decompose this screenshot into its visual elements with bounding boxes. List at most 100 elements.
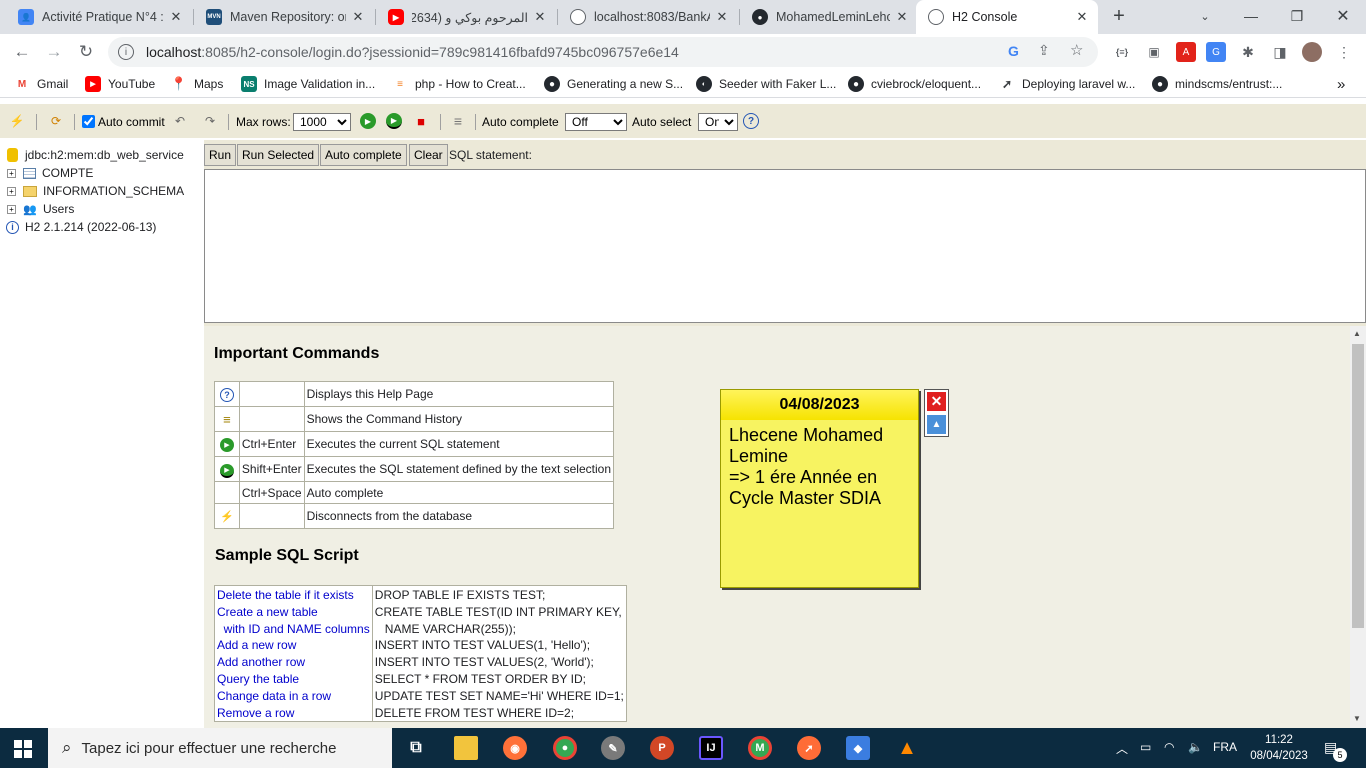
sample-link[interactable]: Change data in a row	[217, 688, 370, 705]
paint-icon[interactable]: ✎	[601, 736, 625, 760]
bookmark-seeder[interactable]: ◐ Seeder with Faker L...	[696, 75, 836, 93]
sample-link[interactable]: with ID and NAME columns	[217, 621, 370, 638]
sample-link[interactable]: Add a new row	[217, 637, 370, 654]
close-tab-icon[interactable]: ✕	[168, 9, 184, 25]
share-icon[interactable]: ⇪	[1038, 42, 1050, 59]
new-tab-button[interactable]: +	[1108, 6, 1130, 28]
close-tab-icon[interactable]: ✕	[894, 9, 910, 25]
vlc-icon[interactable]: ▲	[895, 736, 919, 760]
address-bar[interactable]: i localhost:8085/h2-console/login.do?jse…	[108, 37, 1098, 67]
sticky-note[interactable]: 04/08/2023 Lhecene Mohamed Lemine => 1 é…	[720, 389, 919, 588]
run-selected-button[interactable]: Run Selected	[237, 144, 320, 166]
network-icon[interactable]: ◠	[1164, 740, 1174, 754]
scroll-down-icon[interactable]: ▼	[1353, 714, 1361, 723]
auto-complete-select[interactable]: Off	[565, 113, 627, 131]
chrome-icon[interactable]: ●	[553, 736, 577, 760]
max-rows-select[interactable]: 1000	[293, 113, 351, 131]
postman-icon[interactable]: ➚	[797, 736, 821, 760]
note-minimize-icon[interactable]: ▲	[927, 415, 946, 434]
bookmark-php[interactable]: ≡ php - How to Creat...	[392, 75, 526, 93]
run-selected-icon[interactable]: ▶	[386, 113, 402, 129]
windows-start-icon[interactable]	[14, 740, 32, 758]
close-tab-icon[interactable]: ✕	[532, 9, 548, 25]
more-bookmarks-button[interactable]: »	[1337, 75, 1345, 93]
sample-link[interactable]: Query the table	[217, 671, 370, 688]
tree-item-information-schema[interactable]: + INFORMATION_SCHEMA	[0, 182, 184, 200]
run-selected-icon[interactable]: ▶	[219, 463, 234, 478]
bookmark-star-icon[interactable]: ☆	[1070, 41, 1083, 59]
bookmark-image-validation[interactable]: NS Image Validation in...	[241, 75, 375, 93]
side-panel-icon[interactable]: ◨	[1270, 42, 1290, 62]
bookmark-mindscms[interactable]: ● mindscms/entrust:...	[1152, 75, 1282, 93]
auto-select-select[interactable]: On	[698, 113, 738, 131]
battery-icon[interactable]: ▭	[1140, 740, 1151, 754]
profile-avatar[interactable]	[1302, 42, 1322, 62]
history-icon[interactable]: ≡	[450, 113, 466, 129]
bookmark-cviebrock[interactable]: ● cviebrock/eloquent...	[848, 75, 981, 93]
media-extension-icon[interactable]: ▣	[1144, 42, 1164, 62]
tree-item-compte[interactable]: + COMPTE	[0, 164, 93, 182]
run-icon[interactable]: ▶	[219, 438, 234, 452]
tab-4[interactable]: ● MohamedLeminLehce ✕	[740, 0, 918, 34]
firefox-icon[interactable]: ◉	[503, 736, 527, 760]
volume-icon[interactable]: 🔈	[1188, 740, 1203, 754]
auto-complete-button[interactable]: Auto complete	[320, 144, 407, 166]
refresh-icon[interactable]: ⟳	[48, 113, 64, 129]
close-tab-icon[interactable]: ✕	[350, 9, 366, 25]
reload-icon[interactable]: ↻	[72, 38, 100, 66]
expand-icon[interactable]: +	[7, 186, 16, 196]
puzzle-extensions-icon[interactable]: ✱	[1238, 42, 1258, 62]
menu-dots-icon[interactable]: ⋮	[1334, 42, 1354, 62]
commit-icon[interactable]: ↷	[202, 113, 218, 129]
show-hidden-icons[interactable]: ︿	[1116, 740, 1128, 757]
taskbar-search[interactable]: ⌕ Tapez ici pour effectuer une recherche	[48, 728, 392, 768]
bookmark-maps[interactable]: 📍 Maps	[171, 75, 223, 93]
tab-0[interactable]: 👤 Activité Pratique N°4 : ✕	[6, 0, 192, 34]
devtools-icon[interactable]: ◆	[846, 736, 870, 760]
run-button[interactable]: Run	[204, 144, 237, 166]
tab-5-active[interactable]: H2 Console ✕	[916, 0, 1098, 34]
tree-connection[interactable]: jdbc:h2:mem:db_web_service	[7, 146, 184, 164]
help-icon[interactable]: ?	[743, 113, 759, 129]
bookmark-gmail[interactable]: M Gmail	[14, 75, 69, 93]
rollback-icon[interactable]: ↶	[172, 113, 188, 129]
results-scrollbar[interactable]: ▲ ▼	[1350, 326, 1366, 728]
history-icon[interactable]: ≡	[223, 412, 231, 427]
close-window-button[interactable]: ✕	[1320, 0, 1366, 32]
clock[interactable]: 11:22 08/04/2023	[1247, 732, 1311, 764]
scroll-up-icon[interactable]: ▲	[1353, 329, 1361, 338]
pdf-extension-icon[interactable]: A	[1176, 42, 1196, 62]
back-icon[interactable]: ←	[8, 38, 36, 66]
tree-item-users[interactable]: + 👥 Users	[0, 200, 74, 218]
run-icon[interactable]: ▶	[360, 113, 376, 129]
json-extension-icon[interactable]: {≡}	[1112, 42, 1132, 62]
google-lens-icon[interactable]: G	[1008, 43, 1019, 59]
note-close-icon[interactable]: ✕	[927, 392, 946, 411]
forward-icon[interactable]: →	[40, 38, 68, 66]
bookmark-deploying[interactable]: ➚ Deploying laravel w...	[999, 75, 1135, 93]
clear-button[interactable]: Clear	[409, 144, 448, 166]
sample-link[interactable]: Remove a row	[217, 705, 370, 722]
auto-commit-checkbox[interactable]	[82, 115, 95, 128]
scrollbar-thumb[interactable]	[1352, 344, 1364, 628]
disconnect-icon[interactable]: ⚡	[9, 113, 25, 129]
restore-button[interactable]: ❐	[1274, 0, 1320, 32]
bookmark-generating[interactable]: ● Generating a new S...	[544, 75, 683, 93]
cancel-icon[interactable]: ■	[413, 113, 429, 129]
tab-1[interactable]: MVN Maven Repository: org ✕	[194, 0, 374, 34]
translate-extension-icon[interactable]: G	[1206, 42, 1226, 62]
tab-3[interactable]: localhost:8083/BankAc ✕	[558, 0, 738, 34]
expand-icon[interactable]: +	[7, 168, 16, 178]
close-tab-icon[interactable]: ✕	[1074, 9, 1090, 25]
sample-link[interactable]: Delete the table if it exists	[217, 587, 370, 604]
file-explorer-icon[interactable]	[454, 736, 478, 760]
sql-input[interactable]	[204, 169, 1366, 323]
minimize-button[interactable]: —	[1228, 0, 1274, 32]
site-info-icon[interactable]: i	[118, 44, 134, 60]
bookmark-youtube[interactable]: ▶ YouTube	[85, 75, 155, 93]
language-indicator[interactable]: FRA	[1213, 740, 1237, 754]
close-tab-icon[interactable]: ✕	[714, 9, 730, 25]
disconnect-icon[interactable]: ⚡	[220, 511, 234, 523]
task-view-icon[interactable]: ⧉	[404, 736, 428, 760]
expand-icon[interactable]: +	[7, 204, 16, 214]
